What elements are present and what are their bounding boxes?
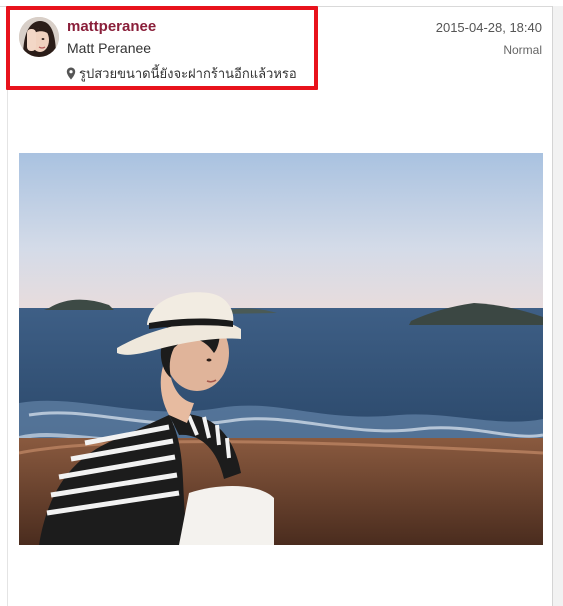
card-left-border bbox=[7, 6, 8, 606]
highlight-box bbox=[6, 6, 318, 90]
post-timestamp: 2015-04-28, 18:40 bbox=[435, 20, 542, 35]
scrollbar-track[interactable] bbox=[553, 6, 563, 606]
post-image bbox=[19, 153, 543, 545]
post-photo[interactable] bbox=[19, 153, 543, 545]
filter-label: Normal bbox=[503, 43, 542, 57]
